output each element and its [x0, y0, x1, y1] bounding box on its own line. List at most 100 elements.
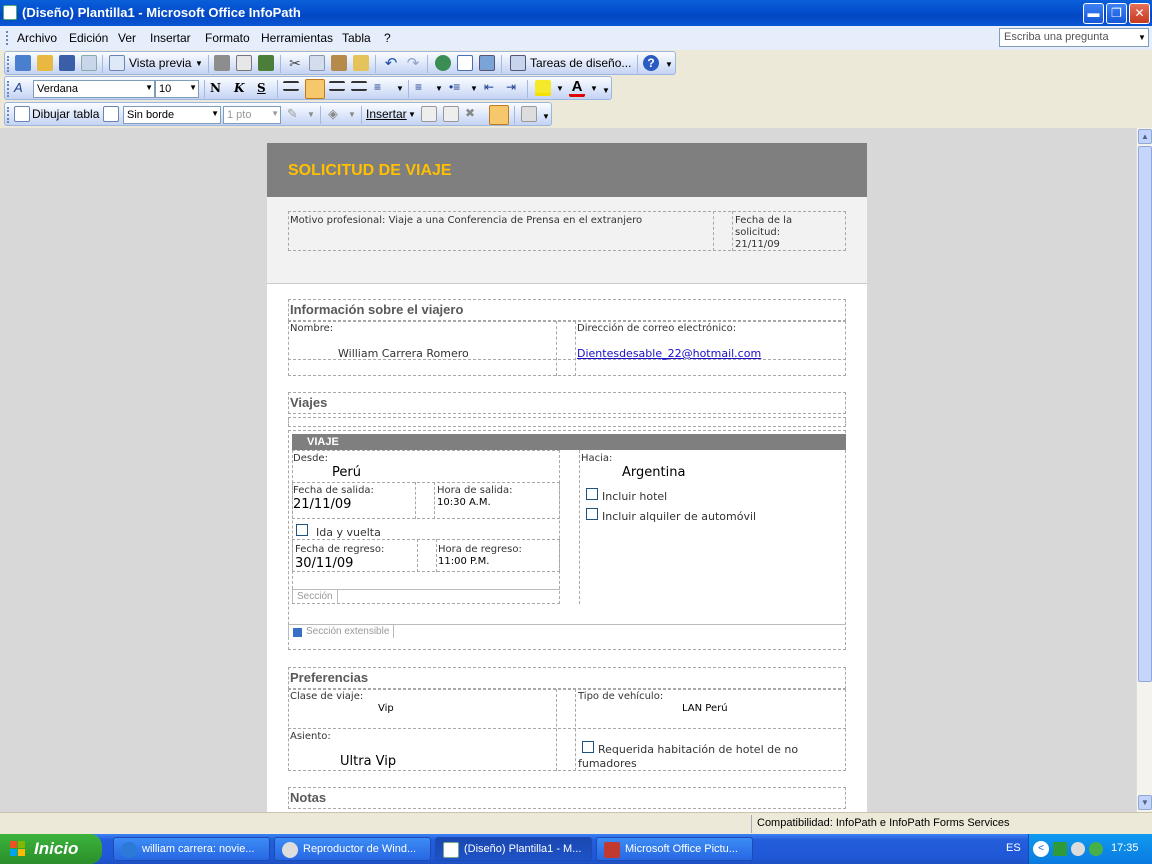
close-button[interactable]: ✕ [1129, 3, 1150, 24]
menu-help[interactable]: ? [384, 31, 391, 45]
hotel-checkbox[interactable] [586, 488, 598, 500]
name-value[interactable]: William Carrera Romero [338, 347, 469, 360]
form-title[interactable]: SOLICITUD DE VIAJE [288, 162, 452, 180]
insert-button[interactable]: Insertar [366, 107, 407, 121]
bulleted-list-dropdown-icon[interactable]: ▼ [470, 84, 478, 93]
scroll-thumb[interactable] [1138, 146, 1152, 682]
publish-icon[interactable] [81, 55, 97, 71]
start-button[interactable]: Inicio [0, 834, 102, 864]
underline-button[interactable]: S [257, 81, 266, 95]
vertical-scrollbar[interactable]: ▲ ▼ [1136, 128, 1152, 812]
design-canvas[interactable]: SOLICITUD DE VIAJE Motivo profesional: V… [0, 128, 1136, 812]
styles-icon[interactable]: A [14, 80, 30, 96]
menu-formato[interactable]: Formato [205, 31, 250, 45]
bulleted-list-icon[interactable]: •≡ [449, 80, 465, 96]
task-infopath[interactable]: (Diseño) Plantilla1 - M... [435, 837, 592, 861]
repeating-section-tag[interactable]: Sección extensible [288, 624, 395, 638]
format-painter-icon[interactable] [353, 55, 369, 71]
align-center-icon[interactable] [305, 79, 325, 99]
menu-insertar[interactable]: Insertar [150, 31, 191, 45]
motivo-field[interactable]: Motivo profesional: Viaje a una Conferen… [290, 215, 710, 226]
merge-cells-icon[interactable] [421, 106, 437, 122]
border-color-dropdown-icon[interactable]: ▼ [307, 110, 315, 119]
roundtrip-checkbox[interactable] [296, 524, 308, 536]
toolbar-grip[interactable] [7, 81, 10, 97]
menu-tabla[interactable]: Tabla [342, 31, 371, 45]
border-style-dropdown-icon[interactable]: ▼ [211, 109, 219, 118]
numbered-list-dropdown-icon[interactable]: ▼ [435, 84, 443, 93]
paste-icon[interactable] [331, 55, 347, 71]
volume-icon[interactable] [1071, 842, 1085, 856]
font-size-dropdown-icon[interactable]: ▼ [189, 83, 197, 92]
insert-table-icon[interactable] [457, 55, 473, 71]
border-width-combo[interactable]: 1 pto ▼ [223, 106, 281, 124]
align-right-icon[interactable] [329, 81, 345, 91]
highlight-icon[interactable] [535, 80, 551, 96]
table-properties-icon[interactable] [521, 106, 537, 122]
toolbar-options-icon[interactable]: ▼ [665, 60, 673, 69]
clock[interactable]: 17:35 [1111, 842, 1139, 854]
print-icon[interactable] [214, 55, 230, 71]
design-new-icon[interactable] [15, 55, 31, 71]
border-color-icon[interactable]: ✎ [287, 106, 303, 122]
network-icon[interactable] [1053, 842, 1067, 856]
car-checkbox[interactable] [586, 508, 598, 520]
decrease-indent-icon[interactable]: ⇤ [484, 80, 500, 96]
language-indicator[interactable]: ES [1006, 842, 1021, 854]
toolbar-grip[interactable] [7, 107, 10, 123]
preview-button[interactable]: Vista previa [129, 56, 191, 70]
antivirus-icon[interactable] [1089, 842, 1103, 856]
menu-ver[interactable]: Ver [118, 31, 136, 45]
font-color-dropdown-icon[interactable]: ▼ [590, 84, 598, 93]
asiento-value[interactable]: Ultra Vip [340, 754, 396, 769]
clase-value[interactable]: Vip [378, 703, 394, 714]
section-tag[interactable]: Sección [292, 589, 338, 603]
menu-herramientas[interactable]: Herramientas [261, 31, 333, 45]
menu-edicion[interactable]: Edición [69, 31, 108, 45]
help-icon[interactable]: ? [643, 55, 659, 71]
eraser-icon[interactable] [103, 106, 119, 122]
font-size-combo[interactable]: 10 ▼ [155, 80, 199, 98]
shading-icon[interactable]: ◈ [328, 106, 344, 122]
design-tasks-icon[interactable] [510, 55, 526, 71]
regreso-hora-value[interactable]: 11:00 P.M. [438, 556, 489, 567]
draw-table-icon[interactable] [14, 106, 30, 122]
toolbar-grip[interactable] [7, 56, 10, 72]
increase-indent-icon[interactable]: ⇥ [506, 80, 522, 96]
menu-grip[interactable] [6, 31, 9, 45]
compatibility-status[interactable]: Compatibilidad: InfoPath e InfoPath Form… [751, 815, 1015, 833]
border-style-combo[interactable]: Sin borde ▼ [123, 106, 221, 124]
delete-cells-icon[interactable]: ✖ [465, 106, 481, 122]
redo-icon[interactable]: ↷ [405, 54, 421, 72]
preview-dropdown-icon[interactable]: ▼ [195, 59, 203, 68]
scroll-down-icon[interactable]: ▼ [1138, 795, 1152, 810]
task-browser[interactable]: william carrera: novie... [113, 837, 270, 861]
italic-button[interactable]: K [234, 81, 244, 95]
ask-question-box[interactable]: Escriba una pregunta ▼ [999, 28, 1149, 47]
salida-fecha-value[interactable]: 21/11/09 [293, 497, 351, 512]
numbered-list-icon[interactable]: ≡ [415, 80, 431, 96]
task-picture-manager[interactable]: Microsoft Office Pictu... [596, 837, 753, 861]
draw-table-button[interactable]: Dibujar tabla [32, 107, 99, 121]
infopath-app-icon[interactable] [3, 5, 17, 20]
bold-button[interactable]: N [210, 81, 221, 95]
toolbar-options-icon[interactable]: ▼ [602, 86, 610, 95]
show-gridlines-icon[interactable] [489, 105, 509, 125]
salida-hora-value[interactable]: 10:30 A.M. [437, 497, 491, 508]
regreso-fecha-value[interactable]: 30/11/09 [295, 556, 353, 571]
toolbar-options-icon[interactable]: ▼ [542, 112, 550, 121]
menu-archivo[interactable]: Archivo [17, 31, 57, 45]
highlight-dropdown-icon[interactable]: ▼ [556, 84, 564, 93]
insert-picture-icon[interactable] [479, 55, 495, 71]
desde-value[interactable]: Perú [332, 465, 361, 480]
hyperlink-icon[interactable] [435, 55, 451, 71]
split-cells-icon[interactable] [443, 106, 459, 122]
undo-icon[interactable]: ↶ [383, 54, 399, 72]
email-value[interactable]: Dientesdesable_22@hotmail.com [577, 347, 761, 360]
minimize-button[interactable]: ▬ [1083, 3, 1104, 24]
maximize-button[interactable]: ❐ [1106, 3, 1127, 24]
scroll-up-icon[interactable]: ▲ [1138, 129, 1152, 144]
open-folder-icon[interactable] [37, 55, 53, 71]
preview-icon[interactable] [109, 55, 125, 71]
ask-dropdown-icon[interactable]: ▼ [1136, 29, 1148, 46]
